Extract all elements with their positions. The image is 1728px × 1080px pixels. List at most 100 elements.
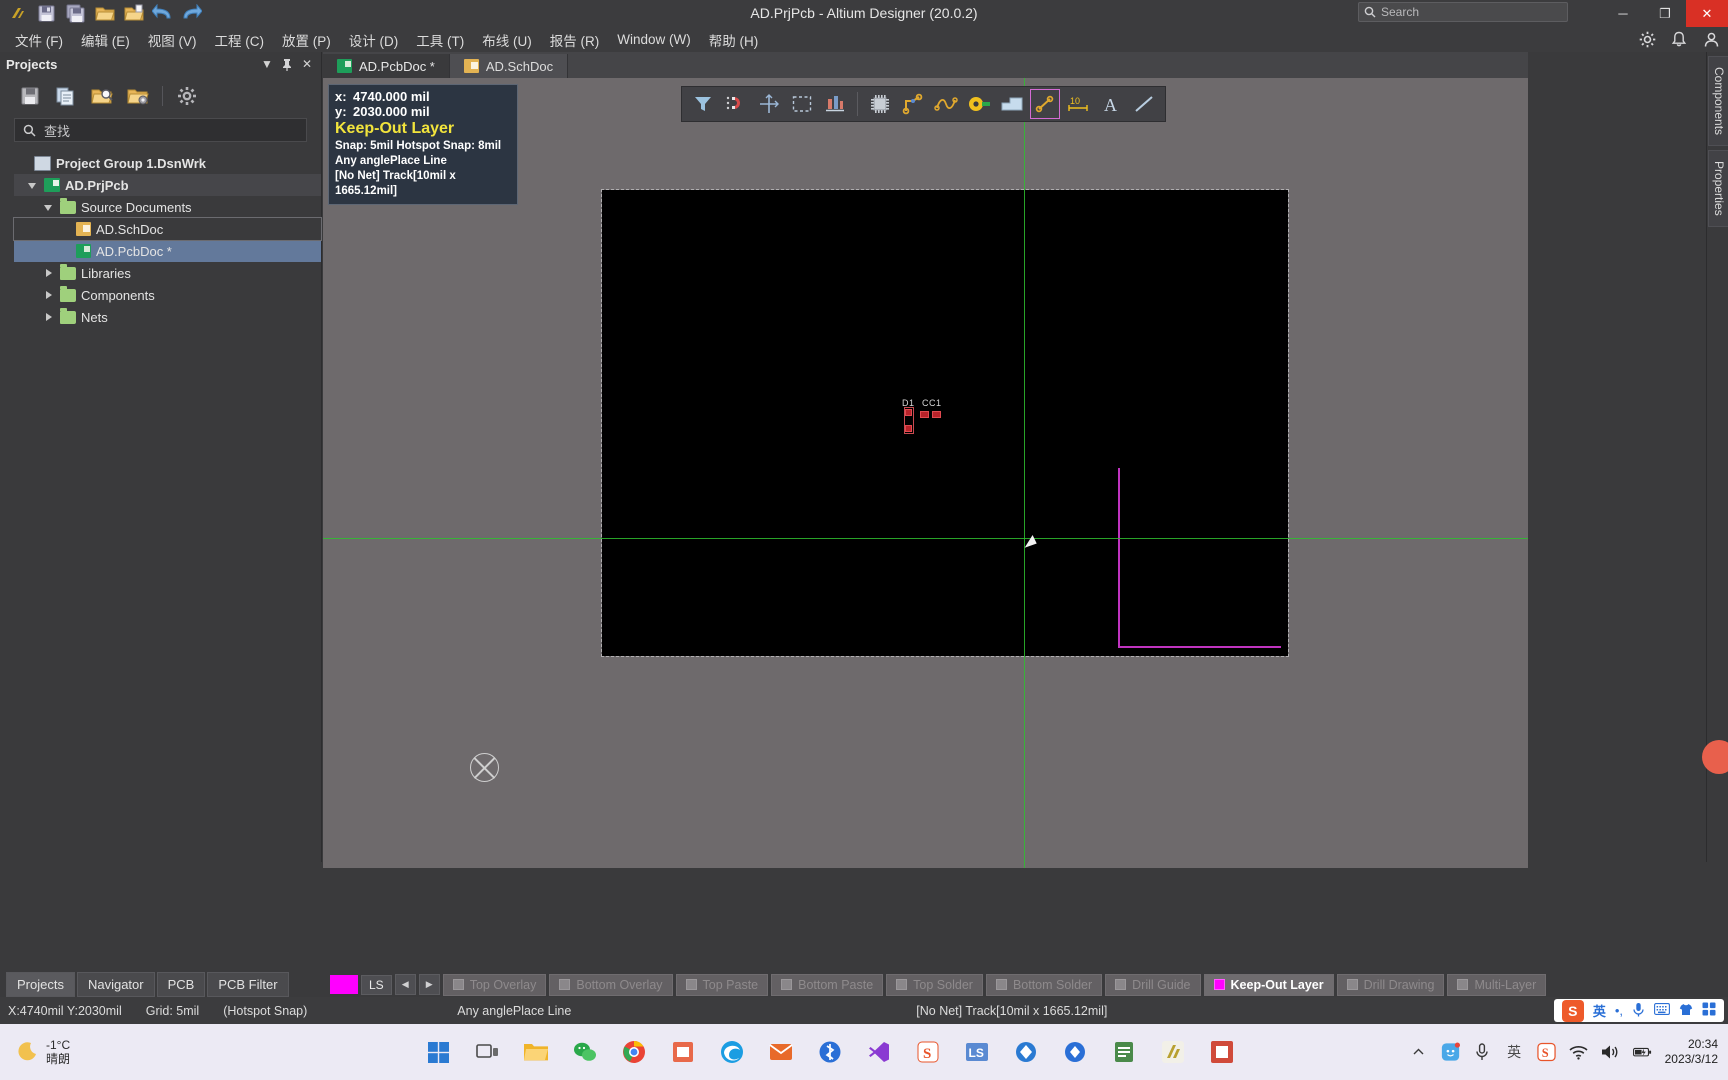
panel-settings-gear-icon[interactable] xyxy=(175,84,199,108)
place-polygon-icon[interactable] xyxy=(997,89,1027,119)
menu-route[interactable]: 布线 (U) xyxy=(473,27,541,53)
save-icon[interactable] xyxy=(33,2,60,25)
document-tab-pcbdoc[interactable]: AD.PcbDoc * xyxy=(323,54,450,78)
ime-toolbox-icon[interactable] xyxy=(1702,1002,1716,1019)
maximize-button[interactable]: ❐ xyxy=(1644,0,1686,27)
save-all-icon[interactable] xyxy=(62,2,89,25)
active-layer-color-chip[interactable] xyxy=(330,975,358,994)
notifications-bell-icon[interactable] xyxy=(1670,31,1688,49)
layer-tab-keep-out-layer[interactable]: Keep-Out Layer xyxy=(1203,973,1334,996)
start-button-icon[interactable] xyxy=(418,1032,458,1072)
altium-logo-icon[interactable] xyxy=(4,2,31,25)
selection-box-icon[interactable] xyxy=(787,89,817,119)
keil-icon[interactable] xyxy=(1006,1032,1046,1072)
user-account-icon[interactable] xyxy=(1702,31,1720,49)
wifi-icon[interactable] xyxy=(1569,1043,1588,1062)
tree-item-workspace[interactable]: Project Group 1.DsnWrk xyxy=(14,152,321,174)
notification-bubble[interactable] xyxy=(1702,740,1728,774)
tree-expander[interactable] xyxy=(28,180,39,191)
ime-language-icon[interactable]: 英 xyxy=(1593,1001,1606,1020)
tray-mic-icon[interactable] xyxy=(1473,1043,1492,1062)
foxmail-icon[interactable] xyxy=(761,1032,801,1072)
settings-gear-icon[interactable] xyxy=(1638,31,1656,49)
interactive-routing-icon[interactable] xyxy=(898,89,928,119)
ime-punctuation-icon[interactable]: •, xyxy=(1615,1003,1623,1018)
compile-document-icon[interactable] xyxy=(54,84,78,108)
differential-pair-routing-icon[interactable] xyxy=(931,89,961,119)
place-line-icon[interactable] xyxy=(1030,89,1060,119)
diamond-app-icon[interactable] xyxy=(1055,1032,1095,1072)
undo-icon[interactable] xyxy=(149,2,176,25)
redo-icon[interactable] xyxy=(178,2,205,25)
tree-item-project[interactable]: AD.PrjPcb xyxy=(14,174,321,196)
align-icon[interactable] xyxy=(820,89,850,119)
tray-chat-icon[interactable] xyxy=(1441,1042,1460,1062)
open-icon[interactable] xyxy=(91,2,118,25)
layer-tab-drill-guide[interactable]: Drill Guide xyxy=(1105,973,1201,996)
panel-dropdown-icon[interactable]: ▼ xyxy=(259,56,275,72)
sogou-input-icon[interactable]: S xyxy=(908,1032,948,1072)
sogou-ime-icon[interactable]: S xyxy=(1561,999,1584,1022)
tree-expander[interactable] xyxy=(44,202,55,213)
file-explorer-icon[interactable] xyxy=(516,1032,556,1072)
menu-reports[interactable]: 报告 (R) xyxy=(541,27,609,53)
layer-tab-bottom-paste[interactable]: Bottom Paste xyxy=(771,973,884,996)
panel-close-icon[interactable]: ✕ xyxy=(299,56,315,72)
layer-prev-button[interactable]: ◀ xyxy=(394,974,416,995)
bluetooth-icon[interactable] xyxy=(810,1032,850,1072)
battery-icon[interactable] xyxy=(1632,1043,1652,1062)
store-icon[interactable] xyxy=(663,1032,703,1072)
close-button[interactable]: ✕ xyxy=(1686,0,1728,27)
taskbar-clock[interactable]: 20:34 2023/3/12 xyxy=(1665,1037,1718,1067)
keepout-track-vertical[interactable] xyxy=(1118,468,1120,648)
menu-file[interactable]: 文件 (F) xyxy=(6,27,72,53)
pcb-canvas[interactable]: D1 CC1 10 A x: 4740.000 mil y: 2030.000 … xyxy=(323,78,1528,868)
tray-sogou-icon[interactable]: S xyxy=(1536,1042,1556,1062)
tree-item-nets[interactable]: Nets xyxy=(14,306,321,328)
open-project-search-icon[interactable] xyxy=(90,84,114,108)
tree-item-components[interactable]: Components xyxy=(14,284,321,306)
open-project-icon[interactable] xyxy=(120,2,147,25)
ime-keyboard-icon[interactable] xyxy=(1654,1003,1670,1018)
menu-tools[interactable]: 工具 (T) xyxy=(407,27,473,53)
layer-tab-bottom-solder[interactable]: Bottom Solder xyxy=(985,973,1103,996)
project-options-folder-icon[interactable] xyxy=(126,84,150,108)
place-dimension-icon[interactable]: 10 xyxy=(1063,89,1093,119)
layer-sets-button[interactable]: LS xyxy=(361,974,392,995)
keepout-track-horizontal[interactable] xyxy=(1118,646,1281,648)
tree-expander[interactable] xyxy=(44,290,55,301)
menu-place[interactable]: 放置 (P) xyxy=(273,27,340,53)
volume-icon[interactable] xyxy=(1601,1043,1620,1062)
filter-icon[interactable] xyxy=(688,89,718,119)
pdf-reader-icon[interactable] xyxy=(1104,1032,1144,1072)
minimize-button[interactable]: ─ xyxy=(1602,0,1644,27)
tree-item-libraries[interactable]: Libraries xyxy=(14,262,321,284)
layer-next-button[interactable]: ▶ xyxy=(418,974,440,995)
tree-expander[interactable] xyxy=(44,268,55,279)
tree-expander[interactable] xyxy=(44,312,55,323)
menu-window[interactable]: Window (W) xyxy=(608,29,700,50)
wechat-icon[interactable] xyxy=(565,1032,605,1072)
place-string-icon[interactable]: A xyxy=(1096,89,1126,119)
tree-item-source-documents[interactable]: Source Documents xyxy=(14,196,321,218)
menu-edit[interactable]: 编辑 (E) xyxy=(72,27,139,53)
tray-overflow-icon[interactable] xyxy=(1409,1043,1428,1062)
layer-tab-multi-layer[interactable]: Multi-Layer xyxy=(1447,973,1547,996)
layer-tab-top-paste[interactable]: Top Paste xyxy=(675,973,769,996)
media-player-icon[interactable] xyxy=(1202,1032,1242,1072)
crosshair-icon[interactable] xyxy=(754,89,784,119)
edge-icon[interactable] xyxy=(712,1032,752,1072)
menu-project[interactable]: 工程 (C) xyxy=(206,27,274,53)
snap-magnet-icon[interactable] xyxy=(721,89,751,119)
task-view-icon[interactable] xyxy=(467,1032,507,1072)
document-tab-schdoc[interactable]: AD.SchDoc xyxy=(449,54,569,78)
dock-tab-components[interactable]: Components xyxy=(1708,56,1728,147)
visual-studio-icon[interactable] xyxy=(859,1032,899,1072)
place-component-icon[interactable] xyxy=(865,89,895,119)
menu-view[interactable]: 视图 (V) xyxy=(139,27,206,53)
layer-tab-bottom-overlay[interactable]: Bottom Overlay xyxy=(549,973,673,996)
tray-ime-icon[interactable]: 英 xyxy=(1505,1043,1524,1062)
menu-help[interactable]: 帮助 (H) xyxy=(700,27,768,53)
menu-design[interactable]: 设计 (D) xyxy=(340,27,408,53)
chrome-icon[interactable] xyxy=(614,1032,654,1072)
